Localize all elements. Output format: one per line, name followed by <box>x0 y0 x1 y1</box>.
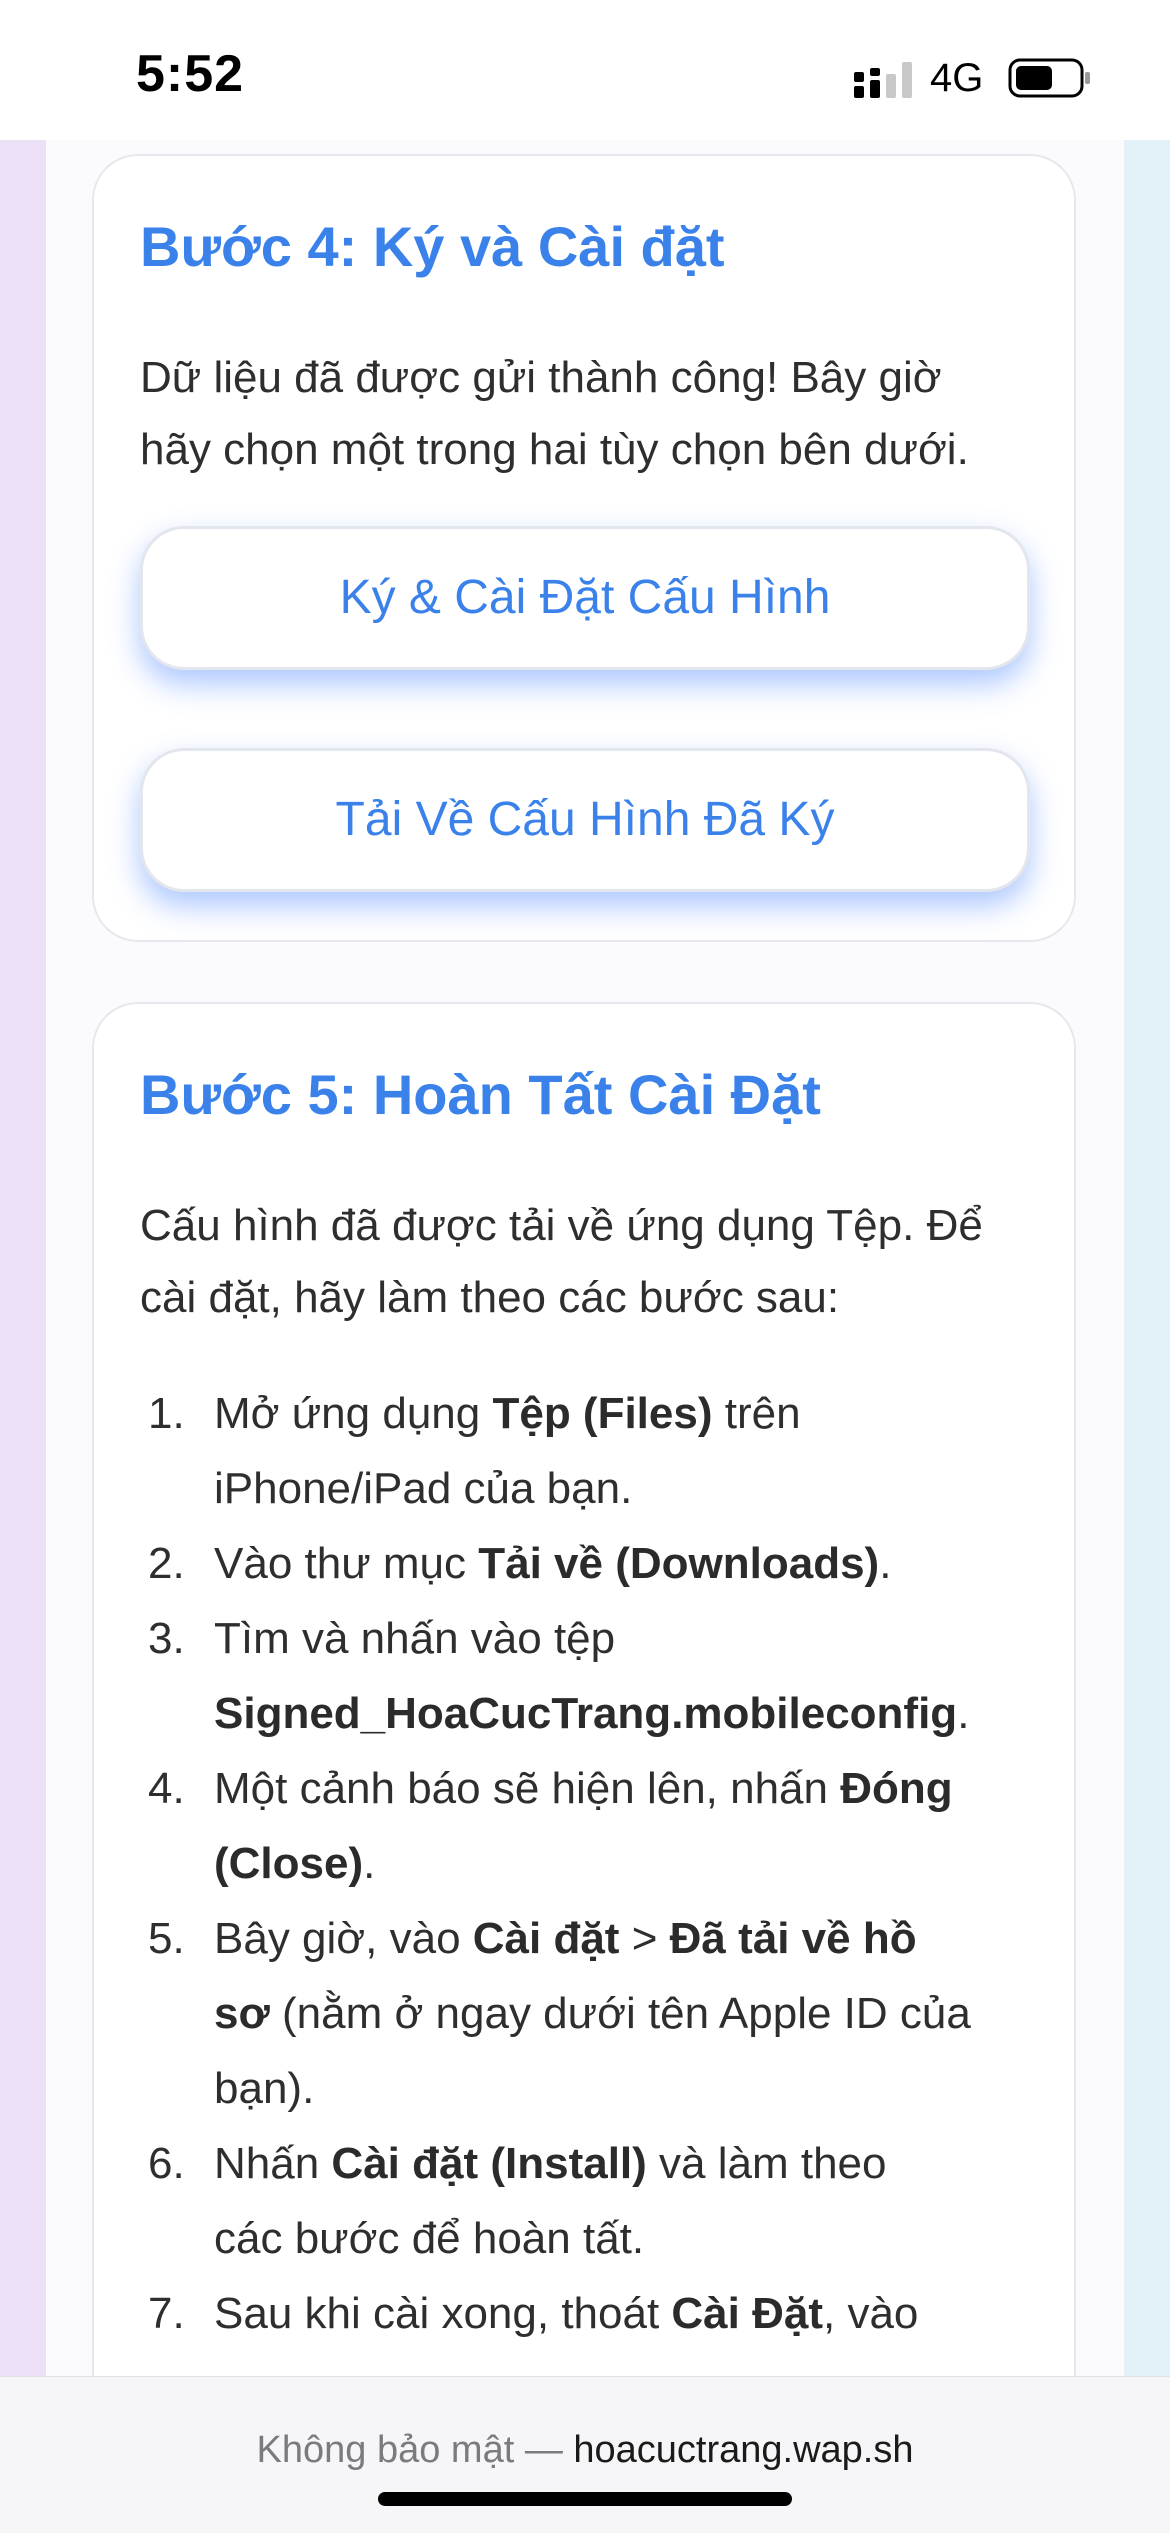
step-text: Một cảnh báo sẽ hiện lên, nhấn <box>214 1764 841 1813</box>
url-display[interactable]: Không bảo mật — hoacuctrang.wap.sh <box>0 2429 1170 2472</box>
browser-address-bar[interactable]: Không bảo mật — hoacuctrang.wap.sh <box>0 2376 1170 2533</box>
step-text: Bây giờ, vào <box>214 1914 473 1963</box>
install-steps-list: 1. Mở ứng dụng Tệp (Files) trên iPhone/i… <box>140 1376 1040 2351</box>
list-item: 3. Tìm và nhấn vào tệp Signed_HoaCucTran… <box>140 1601 1040 1751</box>
network-label: 4G <box>930 56 984 100</box>
side-gradient-left <box>0 140 46 2380</box>
step4-title: Bước 4: Ký và Cài đặt <box>140 215 725 278</box>
step-text: Vào thư mục <box>214 1539 479 1588</box>
step-text: . <box>957 1689 970 1738</box>
step-number: 6. <box>148 2139 185 2188</box>
step-bold: Cài đặt <box>472 1914 620 1963</box>
insecure-label: Không bảo mật — <box>256 2429 574 2471</box>
step-number: 7. <box>148 2289 185 2338</box>
step-number: 3. <box>148 1614 185 1663</box>
step-text: Sau khi cài xong, thoát <box>214 2289 672 2338</box>
step-text: (nằm ở ngay dưới tên Apple ID của <box>269 1989 971 2038</box>
signal-icon <box>854 62 912 98</box>
step-text: Tìm và nhấn vào tệp <box>214 1614 616 1663</box>
step-text: iPhone/iPad của bạn. <box>214 1464 633 1513</box>
step-text: các bước để hoàn tất. <box>214 2214 645 2263</box>
step4-description-line1: Dữ liệu đã được gửi thành công! Bây giờ <box>140 353 942 402</box>
step-text: trên <box>712 1389 801 1438</box>
step-number: 4. <box>148 1764 185 1813</box>
status-bar: 5:52 4G <box>0 0 1170 140</box>
step-number: 5. <box>148 1914 185 1963</box>
step-bold: sơ <box>214 1989 270 2038</box>
step5-description: Cấu hình đã được tải về ứng dụng Tệp. Để… <box>140 1190 1040 1334</box>
step5-description-line2: cài đặt, hãy làm theo các bước sau: <box>140 1273 840 1322</box>
page-content[interactable]: Bước 4: Ký và Cài đặt Dữ liệu đã được gử… <box>46 140 1124 2376</box>
step4-description: Dữ liệu đã được gửi thành công! Bây giờ … <box>140 342 1040 486</box>
step-bold: Tệp (Files) <box>492 1389 713 1438</box>
home-indicator[interactable] <box>378 2492 792 2506</box>
step4-description-line2: hãy chọn một trong hai tùy chọn bên dưới… <box>140 425 969 474</box>
list-item: 5. Bây giờ, vào Cài đặt > Đã tải về hồ s… <box>140 1901 1040 2126</box>
step-text: . <box>363 1839 376 1888</box>
step-text: , vào <box>823 2289 919 2338</box>
list-item: 4. Một cảnh báo sẽ hiện lên, nhấn Đóng (… <box>140 1751 1040 1901</box>
step-text: Mở ứng dụng <box>214 1389 493 1438</box>
list-item: 1. Mở ứng dụng Tệp (Files) trên iPhone/i… <box>140 1376 1040 1526</box>
step-text: và làm theo <box>646 2139 887 2188</box>
download-signed-button[interactable]: Tải Về Cấu Hình Đã Ký <box>140 748 1030 892</box>
step-bold: Đã tải về hồ <box>669 1914 917 1963</box>
step-bold: Cài đặt (Install) <box>331 2139 647 2188</box>
step-bold: Tải về (Downloads) <box>478 1539 880 1588</box>
list-item: 2. Vào thư mục Tải về (Downloads). <box>140 1526 1040 1601</box>
step-bold: Đóng <box>840 1764 953 1813</box>
step-number: 1. <box>148 1389 185 1438</box>
url-domain: hoacuctrang.wap.sh <box>573 2429 914 2471</box>
step-bold: Signed_HoaCucTrang.mobileconfig <box>214 1689 958 1738</box>
step5-title: Bước 5: Hoàn Tất Cài Đặt <box>140 1063 821 1126</box>
step-text: bạn). <box>214 2064 315 2113</box>
step-number: 2. <box>148 1539 185 1588</box>
list-item: 6. Nhấn Cài đặt (Install) và làm theo cá… <box>140 2126 1040 2276</box>
sign-install-button[interactable]: Ký & Cài Đặt Cấu Hình <box>140 526 1030 670</box>
step5-description-line1: Cấu hình đã được tải về ứng dụng Tệp. Để <box>140 1201 983 1250</box>
battery-icon <box>1008 58 1090 98</box>
step5-card: Bước 5: Hoàn Tất Cài Đặt Cấu hình đã đượ… <box>92 1002 1076 2376</box>
step-bold: Cài Đặt <box>671 2289 823 2338</box>
side-gradient-right <box>1124 140 1170 2380</box>
step4-card: Bước 4: Ký và Cài đặt Dữ liệu đã được gử… <box>92 154 1076 942</box>
step-text: . <box>879 1539 892 1588</box>
step-text: > <box>619 1914 670 1963</box>
status-time: 5:52 <box>136 45 245 103</box>
list-item: 7. Sau khi cài xong, thoát Cài Đặt, vào <box>140 2276 1040 2351</box>
step-text: Nhấn <box>214 2139 332 2188</box>
step-bold: (Close) <box>214 1839 364 1888</box>
